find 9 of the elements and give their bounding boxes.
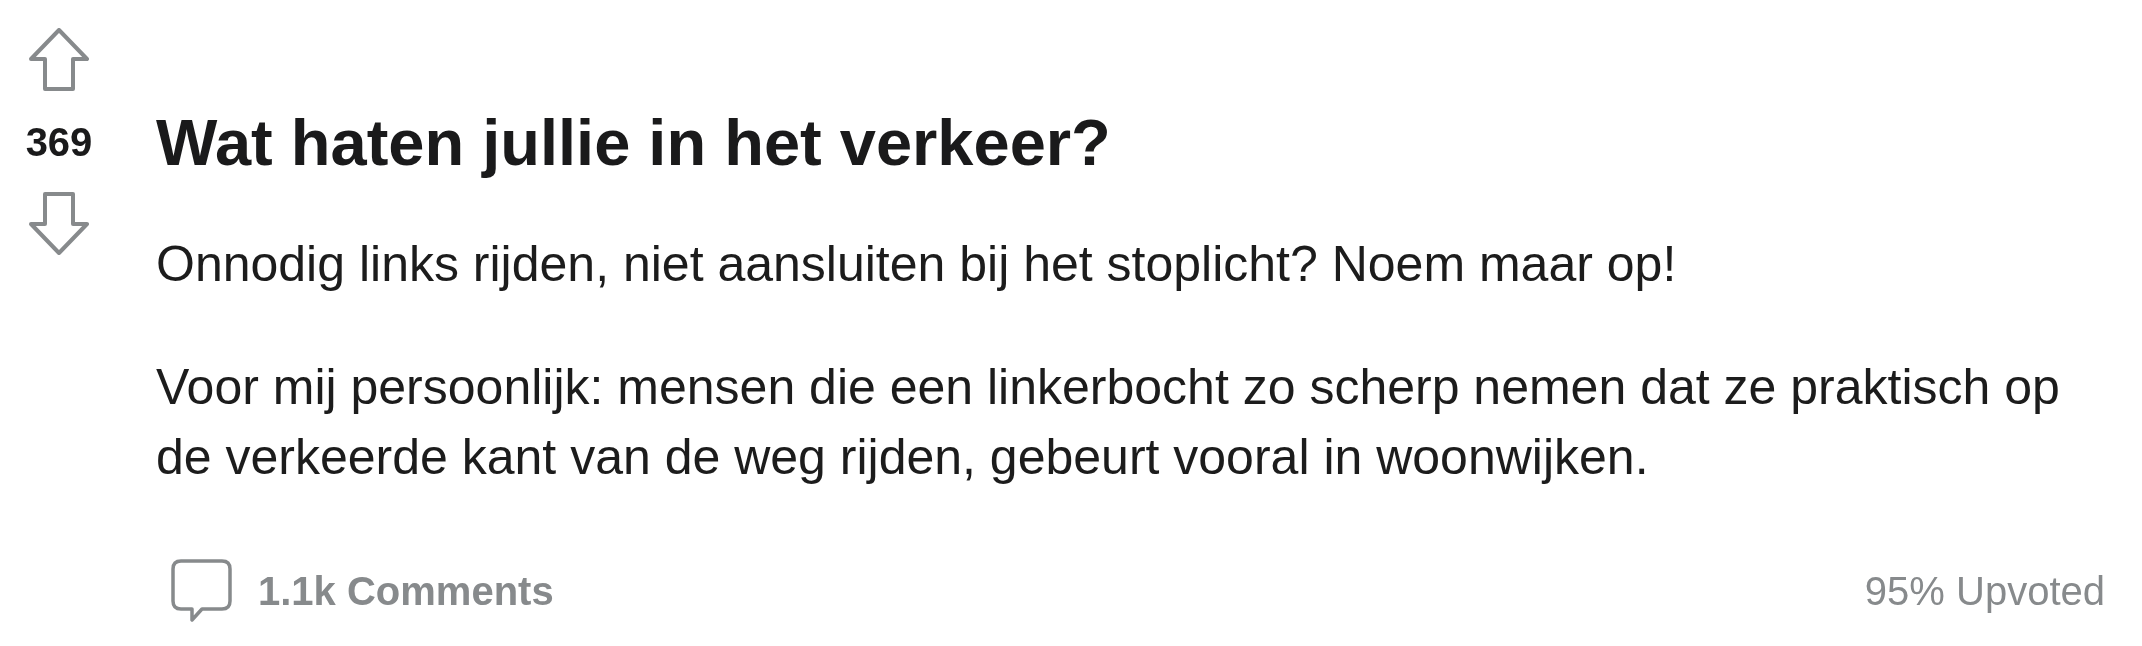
upvote-ratio: 95% Upvoted: [1864, 568, 2105, 614]
vote-count: 369: [25, 122, 93, 162]
up-arrow-icon[interactable]: [29, 28, 89, 91]
comments-button[interactable]: 1.1k Comments: [171, 559, 554, 623]
post-title: Wat haten jullie in het verkeer?: [156, 105, 1112, 181]
speech-bubble-icon: [171, 559, 232, 623]
down-arrow-icon[interactable]: [29, 192, 89, 255]
post-text: Onnodig links rijden, niet aansluiten bij het stoplicht? Noem maar op!: [156, 235, 1678, 294]
post-text: Voor mij persoonlijk: mensen die een linkerbocht zo scherp nemen dat ze praktisch op de verkeerde kant van de weg rijden, gebeurt vooral in woonwijken.: [156, 358, 2061, 487]
